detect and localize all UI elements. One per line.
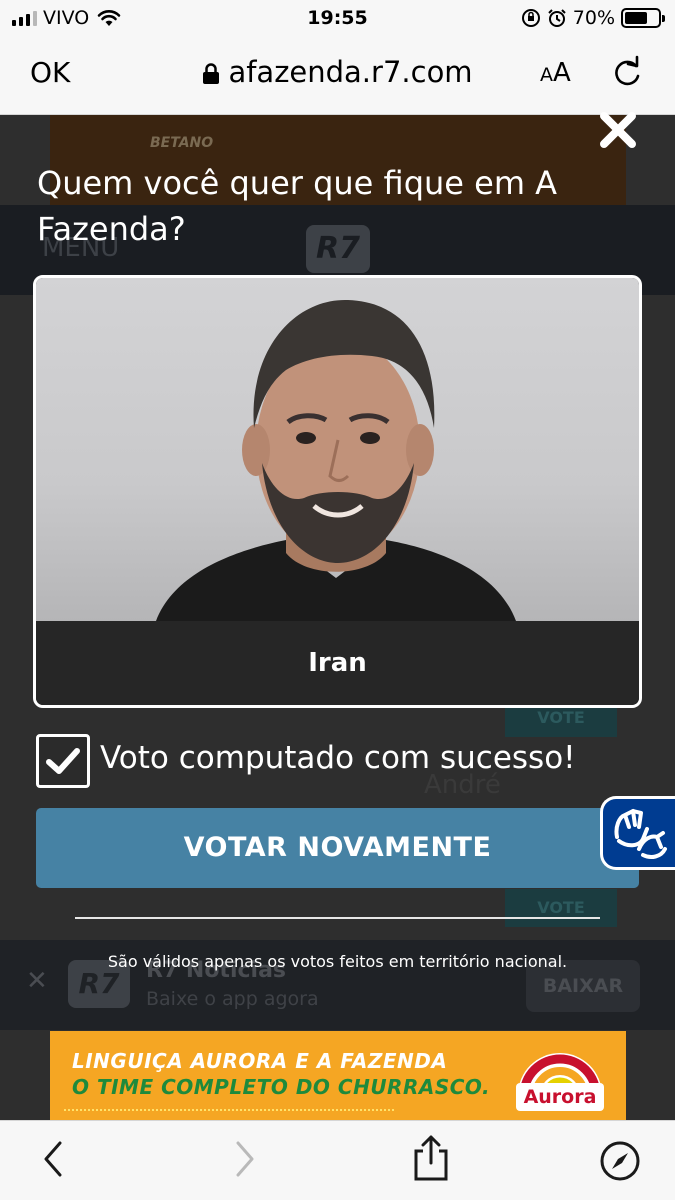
text-size-button[interactable]: AA	[540, 58, 571, 88]
sign-language-icon	[614, 809, 667, 859]
close-modal-icon[interactable]	[598, 112, 638, 148]
candidate-card: Iran	[33, 275, 642, 708]
ad-line-2: O TIME COMPLETO DO CHURRASCO.	[72, 1075, 491, 1099]
browser-toolbar	[0, 1120, 675, 1200]
compass-icon[interactable]	[599, 1140, 641, 1182]
forward-icon[interactable]	[232, 1139, 258, 1179]
checkmark-icon	[46, 748, 80, 774]
vote-again-button[interactable]: VOTAR NOVAMENTE	[36, 808, 639, 888]
aurora-wordmark: Aurora	[516, 1083, 604, 1111]
battery-percent: 70%	[572, 7, 615, 29]
divider	[75, 917, 600, 919]
vote-confirmed-checkbox	[36, 734, 90, 788]
candidate-name: Iran	[36, 621, 639, 705]
lock-icon	[203, 63, 220, 84]
candidate-portrait-icon	[156, 299, 516, 621]
share-icon[interactable]	[412, 1133, 450, 1183]
accessibility-widget[interactable]	[600, 796, 675, 870]
candidate-photo	[36, 278, 639, 621]
browser-url-bar: OK afazenda.r7.com AA	[0, 38, 675, 115]
back-icon[interactable]	[40, 1139, 66, 1179]
ad-line-1: LINGUIÇA AURORA E A FAZENDA	[72, 1049, 448, 1073]
reload-icon[interactable]	[610, 54, 644, 90]
orientation-lock-icon	[521, 9, 540, 27]
modal-title: Quem você quer que fique em A Fazenda?	[37, 164, 558, 248]
background-vote-button: VOTE	[505, 889, 617, 927]
app-subtitle: Baixe o app agora	[146, 988, 319, 1010]
top-ad-brand: BETANO	[150, 135, 214, 151]
aurora-logo: Aurora	[510, 1037, 610, 1119]
vote-disclaimer: São válidos apenas os votos feitos em te…	[107, 952, 568, 971]
url-text: afazenda.r7.com	[228, 55, 473, 89]
address-field[interactable]: afazenda.r7.com	[0, 55, 675, 89]
ad-decoration	[64, 1109, 394, 1119]
alarm-icon	[548, 9, 566, 27]
status-bar: VIVO 19:55 70%	[0, 0, 675, 38]
vote-confirmation-text: Voto computado com sucesso!	[100, 740, 576, 776]
battery-icon	[621, 8, 665, 28]
aurora-ad-banner[interactable]: LINGUIÇA AURORA E A FAZENDA O TIME COMPL…	[50, 1031, 626, 1120]
